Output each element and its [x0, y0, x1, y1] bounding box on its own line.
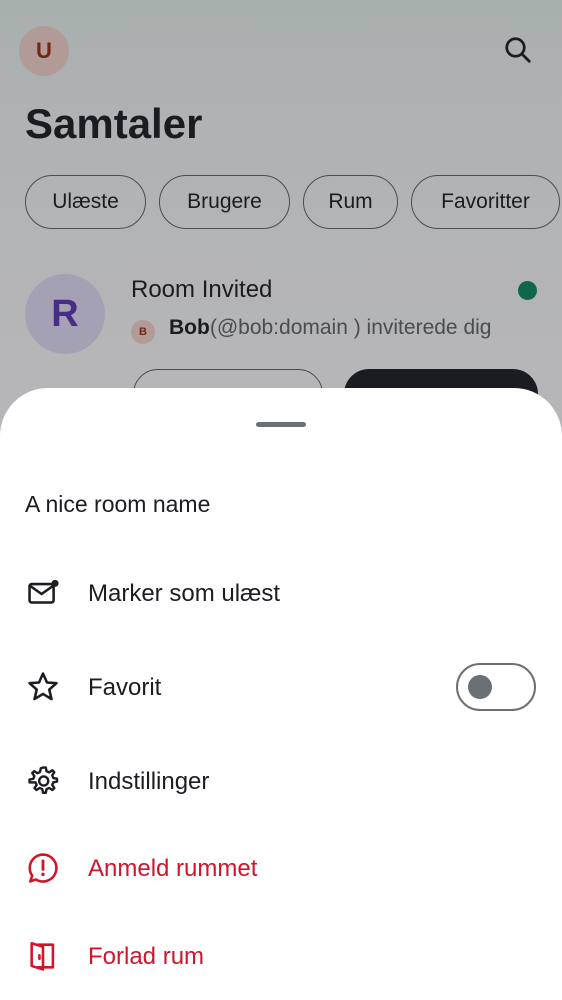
favourite-toggle[interactable] — [456, 663, 536, 711]
sheet-title: A nice room name — [25, 491, 211, 517]
leave-icon — [25, 938, 61, 974]
menu-item-leave-room[interactable]: Forlad rum — [0, 916, 562, 996]
settings-icon — [25, 763, 61, 799]
menu-item-label: Forlad rum — [88, 943, 205, 970]
menu-item-label: Favorit — [88, 674, 162, 701]
toggle-knob — [468, 675, 492, 699]
menu-item-label: Anmeld rummet — [88, 855, 258, 882]
menu-item-label: Indstillinger — [88, 768, 210, 795]
menu-item-report-room[interactable]: Anmeld rummet — [0, 828, 562, 908]
report-icon — [25, 850, 61, 886]
room-options-sheet: A nice room name Marker som ulæst Favori… — [0, 388, 562, 1000]
drag-handle[interactable] — [256, 422, 306, 427]
menu-item-mark-unread[interactable]: Marker som ulæst — [0, 554, 562, 634]
star-icon — [25, 669, 61, 705]
mark-unread-icon — [25, 576, 61, 612]
menu-item-label: Marker som ulæst — [88, 580, 281, 607]
menu-item-settings[interactable]: Indstillinger — [0, 741, 562, 821]
menu-item-favourite[interactable]: Favorit — [0, 647, 562, 727]
